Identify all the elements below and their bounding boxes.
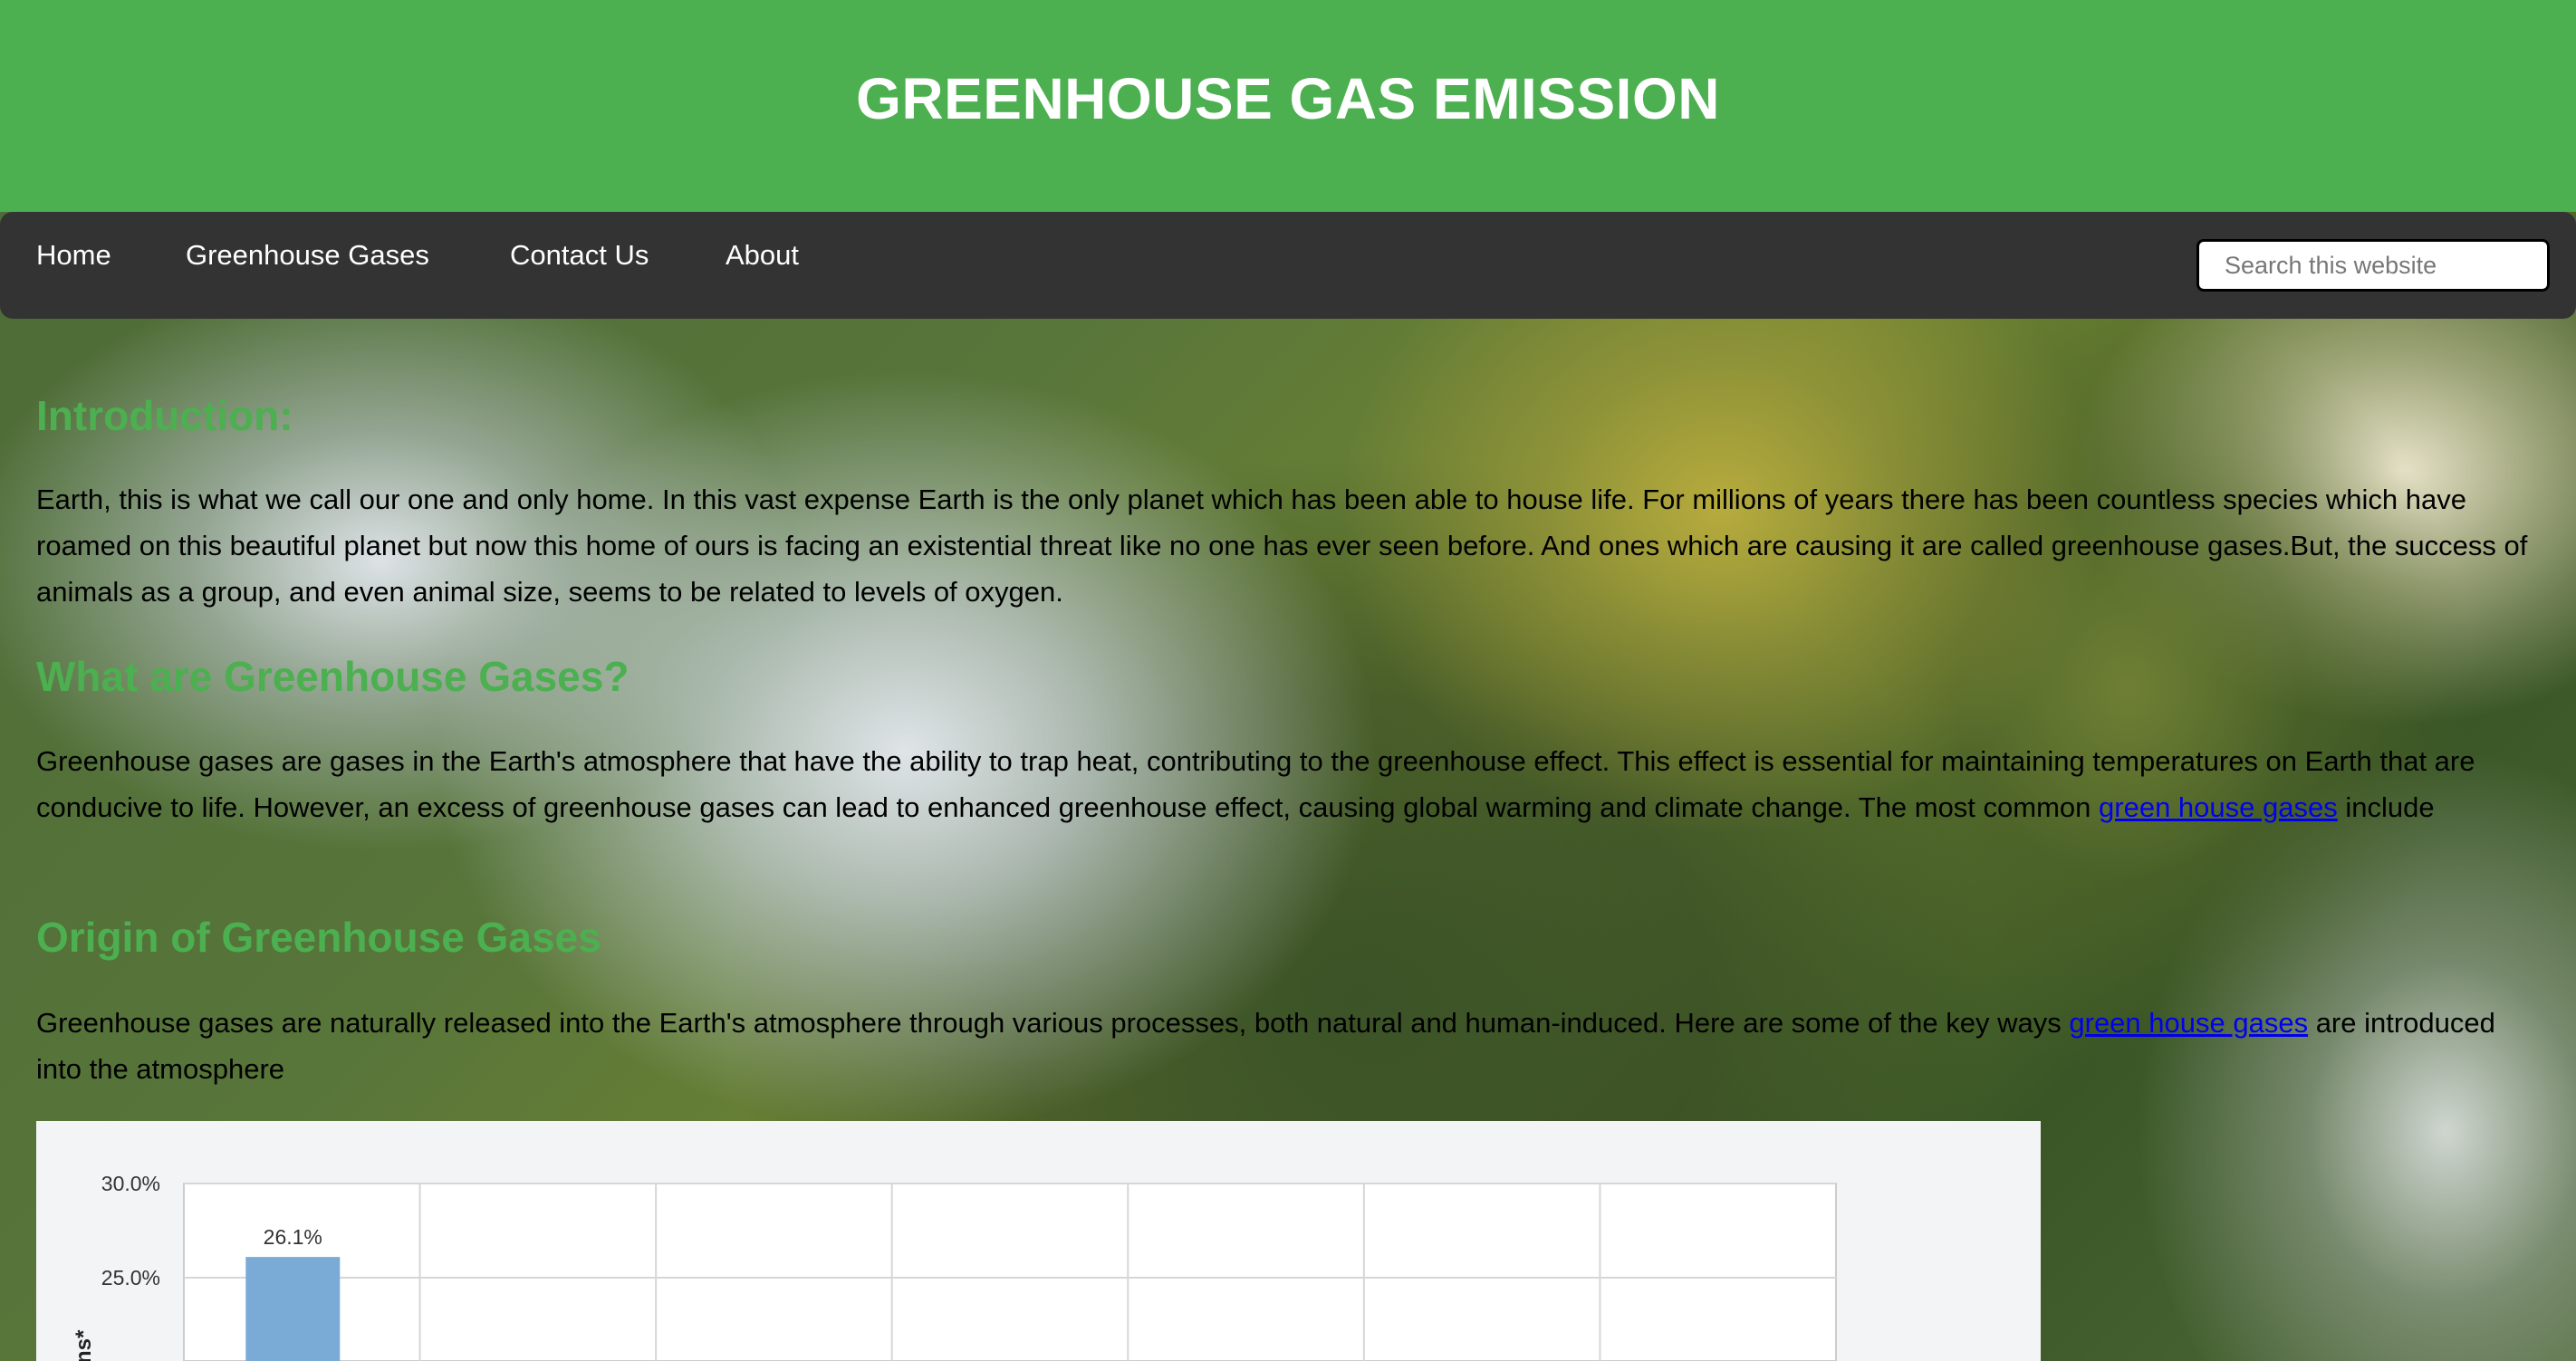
- origin-paragraph: Greenhouse gases are naturally released …: [36, 1000, 2545, 1092]
- nav-greenhouse-gases-link[interactable]: Greenhouse Gases: [186, 239, 429, 272]
- green-house-gases-link[interactable]: green house gases: [2069, 1007, 2308, 1039]
- section-title-what-are-ghg: What are Greenhouse Gases?: [36, 653, 630, 700]
- chart-bar: [245, 1257, 341, 1361]
- intro-paragraph: Earth, this is what we call our one and …: [36, 484, 2528, 608]
- section-title-introduction: Introduction:: [36, 392, 293, 439]
- search-input[interactable]: [2196, 239, 2550, 292]
- y-axis-label: ns*: [72, 1329, 96, 1361]
- nav-bar: Home Greenhouse Gases Contact Us About: [0, 212, 2576, 319]
- y-tick-label: 25.0%: [101, 1266, 160, 1289]
- emissions-chart-image: 30.0% 25.0% 26.1% ns*: [36, 1121, 2041, 1361]
- site-header: GREENHOUSE GAS EMISSION: [0, 0, 2576, 212]
- nav-about-link[interactable]: About: [726, 239, 799, 272]
- y-tick-label: 30.0%: [101, 1172, 160, 1195]
- paragraph-text: Greenhouse gases are naturally released …: [36, 1007, 2070, 1039]
- nav-home-link[interactable]: Home: [36, 239, 111, 272]
- bar-data-label: 26.1%: [264, 1225, 322, 1249]
- emissions-chart: 30.0% 25.0% 26.1% ns*: [72, 1172, 1837, 1361]
- paragraph-text: include: [2337, 791, 2435, 823]
- green-house-gases-link[interactable]: green house gases: [2099, 791, 2338, 823]
- plot-area: [183, 1183, 1837, 1361]
- nav-contact-us-link[interactable]: Contact Us: [510, 239, 649, 272]
- section-title-origin: Origin of Greenhouse Gases: [36, 914, 601, 961]
- site-title: GREENHOUSE GAS EMISSION: [856, 66, 1720, 131]
- what-are-ghg-paragraph: Greenhouse gases are gases in the Earth'…: [36, 738, 2545, 830]
